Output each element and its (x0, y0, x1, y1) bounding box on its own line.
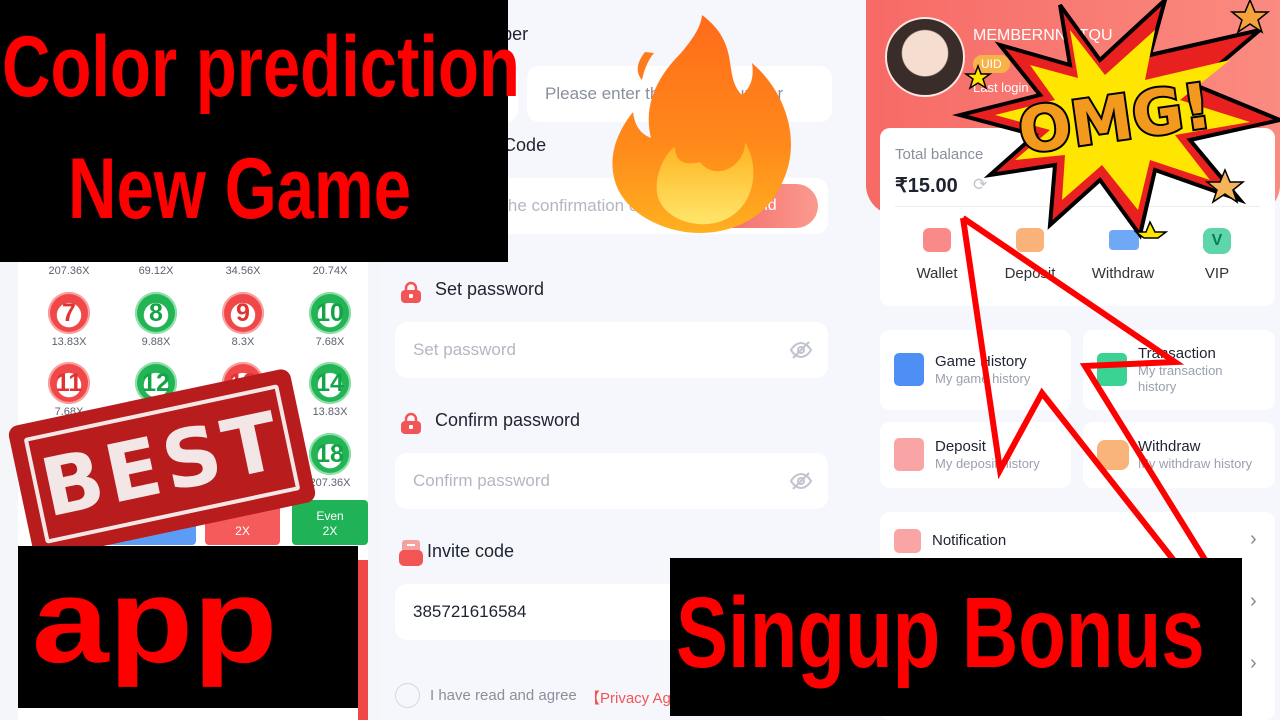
number-ball-10[interactable]: 10 (309, 292, 351, 334)
multiplier: 207.36X (48, 265, 90, 277)
number-ball-18[interactable]: 18 (309, 433, 351, 475)
card-title: Transaction (1138, 345, 1216, 362)
eye-off-icon[interactable] (789, 471, 813, 496)
transaction-icon (1097, 353, 1127, 386)
wallet-button[interactable]: Wallet (897, 265, 977, 282)
lock-icon (399, 281, 423, 303)
multiplier: 20.74X (312, 265, 348, 277)
game-history-card[interactable]: Game History My game history (880, 330, 1071, 410)
game-history-icon (894, 353, 924, 386)
multiplier: 9.88X (141, 336, 171, 348)
confirm-password-input[interactable]: Confirm password (395, 453, 828, 509)
agree-text: I have read and agree (430, 687, 577, 704)
chevron-right-icon[interactable]: › (1250, 590, 1257, 613)
title-line-2: New Game (68, 141, 412, 237)
omg-burst-icon: OMG! (952, 0, 1280, 240)
lock-icon (399, 412, 423, 434)
odd-multiplier: 2X (235, 524, 250, 538)
chevron-right-icon[interactable]: › (1250, 652, 1257, 675)
set-password-label: Set password (435, 279, 545, 299)
withdraw-button[interactable]: Withdraw (1083, 265, 1163, 282)
number-ball-14[interactable]: 14 (309, 362, 351, 404)
multiplier: 13.83X (312, 406, 348, 418)
number-ball-8[interactable]: 8 (135, 292, 177, 334)
title-line-1: Color prediction (2, 19, 521, 115)
card-title: Withdraw (1138, 438, 1201, 455)
deposit-history-icon (894, 438, 924, 471)
number-ball-11[interactable]: 11 (48, 362, 90, 404)
bonus-text: Singup Bonus (676, 577, 1205, 689)
card-subtitle: My deposit history (935, 456, 1040, 471)
multiplier: 34.56X (225, 265, 261, 277)
card-subtitle: My game history (935, 371, 1031, 386)
multiplier: 7.68X (315, 336, 345, 348)
invite-label: Invite code (427, 541, 515, 561)
deposit-button[interactable]: Deposit (990, 265, 1070, 282)
multiplier: 69.12X (138, 265, 174, 277)
deposit-history-card[interactable]: Deposit My deposit history (880, 422, 1071, 488)
bonus-banner: Singup Bonus (670, 558, 1242, 716)
withdraw-history-card[interactable]: Withdraw My withdraw history (1083, 422, 1275, 488)
notification-item[interactable]: Notification (932, 532, 1006, 549)
app-banner: app (18, 546, 358, 708)
confirm-password-label: Confirm password (435, 410, 581, 430)
card-subtitle: My withdraw history (1138, 456, 1253, 471)
multiplier: 8.3X (231, 336, 255, 348)
agree-checkbox[interactable] (395, 683, 420, 708)
card-subtitle: My transaction history (1138, 363, 1223, 394)
even-label: Even (316, 509, 344, 523)
fire-icon (612, 15, 791, 233)
even-multiplier: 2X (322, 524, 338, 538)
title-banner: Color prediction New Game (0, 0, 520, 262)
card-title: Game History (935, 353, 1027, 370)
withdraw-history-icon (1097, 440, 1129, 470)
vip-button[interactable]: VIP (1177, 265, 1257, 282)
card-title: Deposit (935, 438, 986, 455)
set-password-input[interactable]: Set password (395, 322, 828, 378)
number-ball-9[interactable]: 9 (222, 292, 264, 334)
even-button[interactable]: Even 2X (292, 500, 368, 545)
app-text: app (32, 554, 278, 688)
notification-icon (894, 529, 921, 553)
balance-amount: ₹15.00 (895, 175, 958, 197)
eye-off-icon[interactable] (789, 340, 813, 365)
edge-decoration (358, 560, 368, 720)
transaction-card[interactable]: Transaction My transaction history (1083, 330, 1275, 410)
chevron-right-icon[interactable]: › (1250, 528, 1257, 551)
multiplier: 13.83X (51, 336, 87, 348)
wallet-icon[interactable] (923, 228, 951, 252)
invite-icon (399, 540, 423, 566)
number-ball-7[interactable]: 7 (48, 292, 90, 334)
